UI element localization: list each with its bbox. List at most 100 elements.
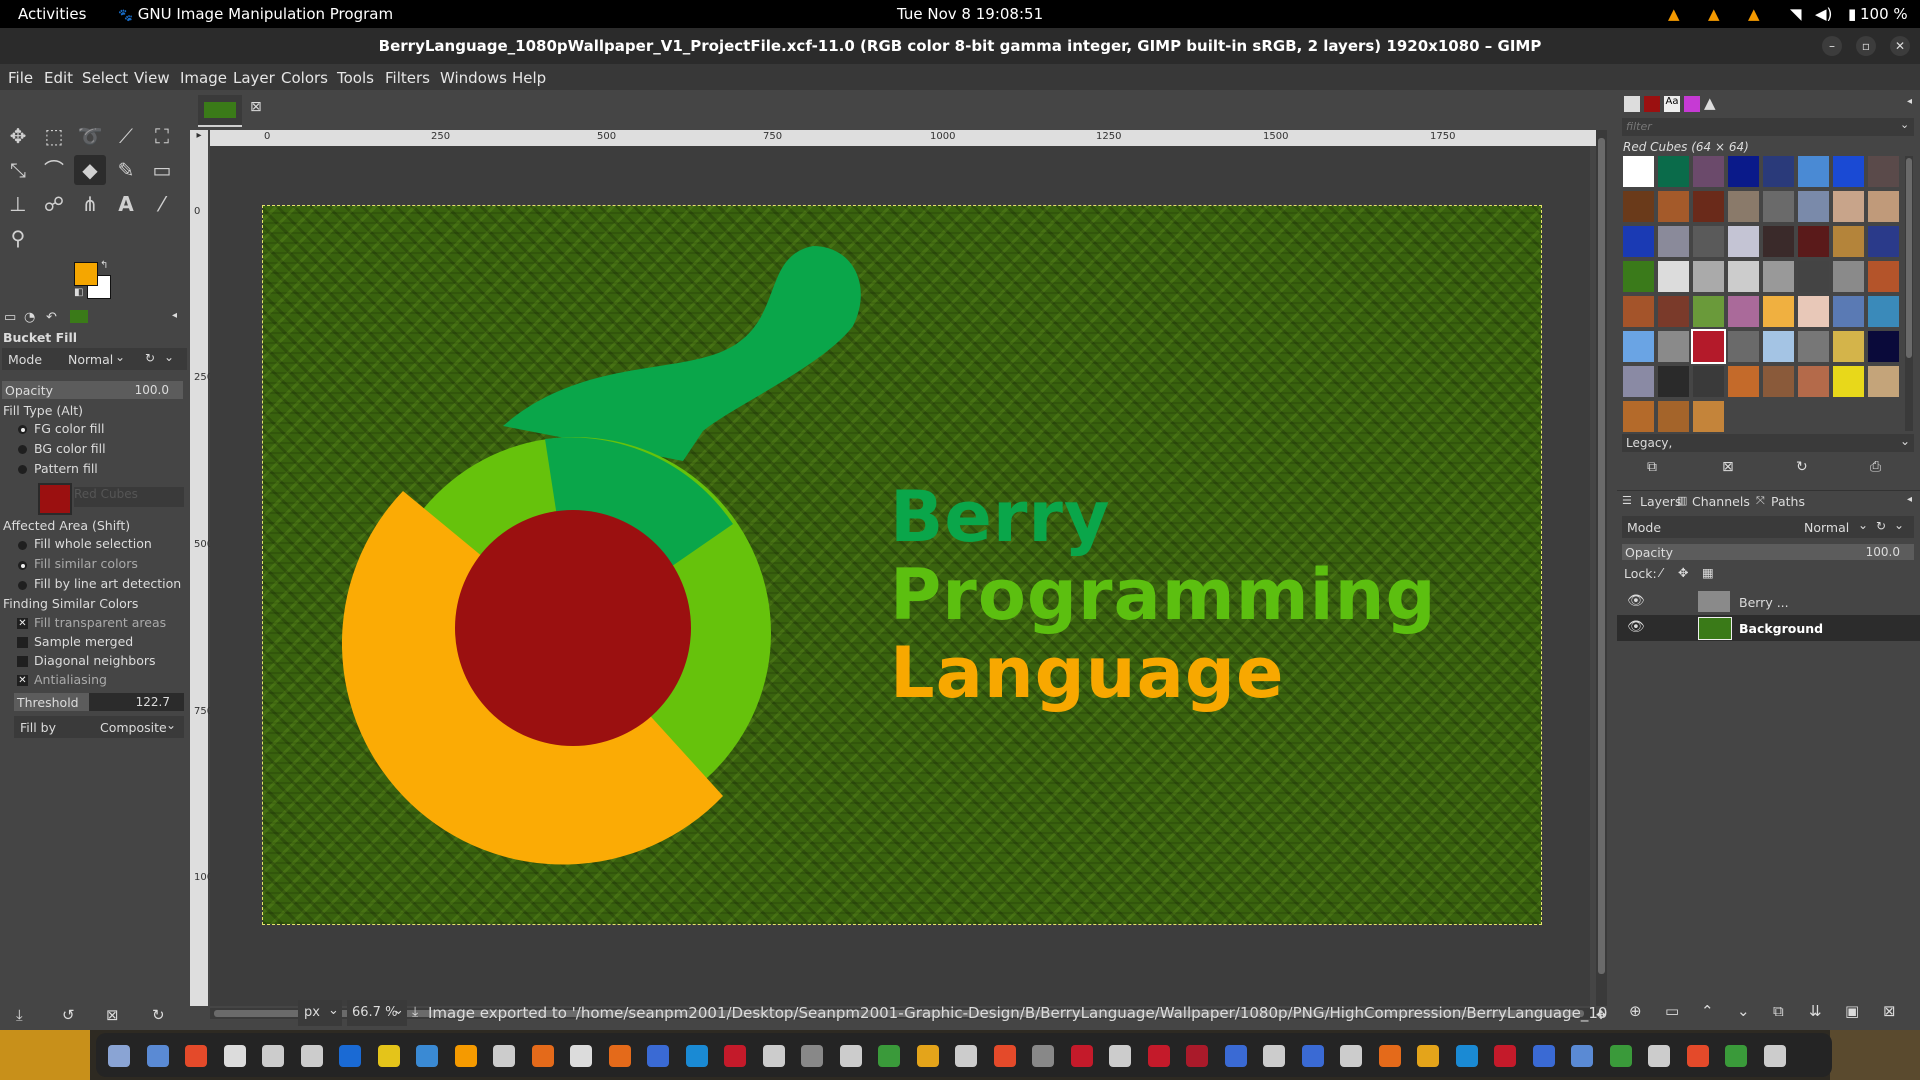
pattern-swatch[interactable] (1868, 226, 1899, 257)
taskbar-app-icon[interactable] (1263, 1045, 1285, 1067)
taskbar-app-icon[interactable] (1648, 1045, 1670, 1067)
taskbar-app-icon[interactable] (1301, 1045, 1324, 1067)
taskbar-app-icon[interactable] (262, 1045, 284, 1067)
gradients-tab-icon[interactable] (1684, 96, 1700, 112)
taskbar-app-icon[interactable] (339, 1045, 361, 1067)
taskbar-app-icon[interactable] (1032, 1045, 1054, 1067)
pattern-swatch[interactable] (1868, 366, 1899, 397)
radio-fill-whole-selection[interactable] (18, 541, 27, 550)
swap-colors-icon[interactable]: ↰ (100, 260, 108, 271)
taskbar-app-icon[interactable] (1763, 1045, 1786, 1067)
pattern-scroll-thumb[interactable] (1906, 158, 1912, 358)
pattern-fill-label[interactable]: Pattern fill (34, 461, 98, 476)
rect-select-tool-icon[interactable]: ⬚ (38, 121, 70, 151)
pattern-swatch[interactable] (1658, 191, 1689, 222)
image-canvas[interactable]: Berry Programming Language (262, 205, 1542, 925)
pattern-swatch[interactable] (1693, 191, 1724, 222)
antialiasing-label[interactable]: Antialiasing (34, 672, 107, 687)
pattern-swatch[interactable] (1798, 191, 1829, 222)
images-tab-icon[interactable] (70, 310, 88, 323)
battery-level[interactable]: 100 % (1860, 5, 1908, 23)
chevron-down-icon[interactable]: ⌄ (164, 350, 174, 364)
pattern-swatch[interactable] (1623, 366, 1654, 397)
duplicate-layer-icon[interactable]: ⧉ (1773, 1002, 1784, 1020)
layers-tab-icon[interactable]: ☰ (1622, 494, 1632, 507)
tool-options-tab-icon[interactable]: ▭ (4, 310, 16, 325)
paths-tool-icon[interactable]: ⋔ (74, 189, 106, 219)
pattern-swatch[interactable] (1868, 331, 1899, 362)
pattern-swatch[interactable] (1623, 156, 1654, 187)
pattern-swatch[interactable] (1798, 366, 1829, 397)
radio-fill-line-art[interactable] (18, 581, 27, 590)
menu-view[interactable]: View (134, 69, 170, 87)
lock-alpha-icon[interactable]: ▦ (1702, 565, 1714, 580)
fuzzy-select-tool-icon[interactable]: ⟋ (110, 121, 142, 151)
tab-paths[interactable]: Paths (1771, 494, 1805, 509)
taskbar-app-icon[interactable] (1417, 1045, 1439, 1067)
unit-dropdown[interactable]: px ⌄ (298, 1000, 342, 1026)
brushes-tab-icon[interactable] (1624, 96, 1640, 112)
radio-fill-similar-colors[interactable] (18, 561, 27, 570)
text-tool-icon[interactable]: A (110, 189, 142, 219)
fonts-tab-icon[interactable]: Aa (1664, 96, 1680, 112)
taskbar-app-icon[interactable] (531, 1045, 554, 1067)
configure-tab-icon[interactable]: ◂ (172, 310, 177, 321)
save-tool-preset-icon[interactable]: ⤓ (16, 1006, 23, 1024)
fill-transparent-label[interactable]: Fill transparent areas (34, 615, 166, 630)
pattern-swatch[interactable] (1658, 226, 1689, 257)
layer-name[interactable]: Berry ... (1739, 595, 1789, 610)
pattern-scrollbar[interactable] (1905, 156, 1913, 431)
merge-layer-icon[interactable]: ⇊ (1809, 1002, 1822, 1020)
device-status-tab-icon[interactable]: ◔ (24, 310, 35, 325)
pattern-swatch[interactable] (1691, 329, 1726, 364)
checkbox-sample-merged[interactable] (17, 637, 28, 648)
sample-merged-label[interactable]: Sample merged (34, 634, 133, 649)
layer-opacity-slider[interactable]: Opacity 100.0 (1622, 544, 1914, 560)
layer-name[interactable]: Background (1739, 621, 1823, 636)
dynamics-tab-icon[interactable]: ▲ (1704, 94, 1716, 112)
warp-transform-tool-icon[interactable]: ⌒ (38, 155, 70, 185)
radio-bg-color-fill[interactable] (18, 445, 27, 454)
pattern-swatch[interactable] (1728, 331, 1759, 362)
lower-layer-icon[interactable]: ⌄ (1737, 1002, 1750, 1020)
horizontal-ruler[interactable]: 0 250 500 750 1000 1250 1500 1750 (210, 130, 1607, 146)
pattern-swatch[interactable] (1693, 226, 1724, 257)
tab-channels[interactable]: Channels (1692, 494, 1750, 509)
taskbar-app-icon[interactable] (647, 1045, 669, 1067)
image-tab[interactable] (198, 95, 242, 127)
lasso-tool-icon[interactable]: ➰ (74, 121, 106, 151)
menu-layer[interactable]: Layer (233, 69, 275, 87)
taskbar-app-icon[interactable] (570, 1045, 592, 1067)
window-title-bar[interactable]: BerryLanguage_1080pWallpaper_V1_ProjectF… (0, 28, 1920, 64)
taskbar-app-icon[interactable] (1186, 1045, 1208, 1067)
pattern-swatch[interactable] (1728, 261, 1759, 292)
unified-transform-tool-icon[interactable]: ⤡ (2, 155, 34, 185)
pattern-swatch[interactable] (1868, 191, 1899, 222)
layer-row-berry[interactable]: 👁 Berry ... (1617, 589, 1920, 615)
pattern-swatch[interactable] (1623, 261, 1654, 292)
lock-pixels-icon[interactable]: ⁄ (1660, 565, 1662, 580)
taskbar-app-icon[interactable] (1494, 1045, 1516, 1067)
taskbar-app-icon[interactable] (300, 1045, 323, 1067)
smudge-tool-icon[interactable]: ☍ (38, 189, 70, 219)
taskbar-app-icon[interactable] (608, 1045, 631, 1067)
taskbar-app-icon[interactable] (1609, 1045, 1632, 1067)
pattern-swatch[interactable] (1658, 296, 1689, 327)
vertical-ruler[interactable]: 0 250 500 750 1000 (190, 146, 219, 1006)
pattern-swatch[interactable] (1868, 296, 1899, 327)
bg-color-fill-label[interactable]: BG color fill (34, 441, 106, 456)
pattern-swatch[interactable] (1763, 366, 1794, 397)
pattern-swatch[interactable] (1623, 296, 1654, 327)
reset-mode-icon[interactable]: ↻ (145, 351, 155, 365)
pattern-swatch[interactable] (1728, 156, 1759, 187)
tab-layers[interactable]: Layers (1640, 494, 1681, 509)
pattern-swatch[interactable] (1763, 261, 1794, 292)
radio-pattern-fill[interactable] (18, 465, 27, 474)
paintbrush-tool-icon[interactable]: ✎ (110, 155, 142, 185)
taskbar-app-icon[interactable] (377, 1045, 400, 1067)
configure-tab-icon[interactable]: ◂ (1907, 96, 1912, 107)
battery-icon[interactable]: ▮ (1848, 5, 1856, 23)
reset-mode-icon[interactable]: ↻ (1876, 519, 1886, 533)
pattern-swatch[interactable] (1658, 156, 1689, 187)
pattern-swatch[interactable] (1693, 261, 1724, 292)
